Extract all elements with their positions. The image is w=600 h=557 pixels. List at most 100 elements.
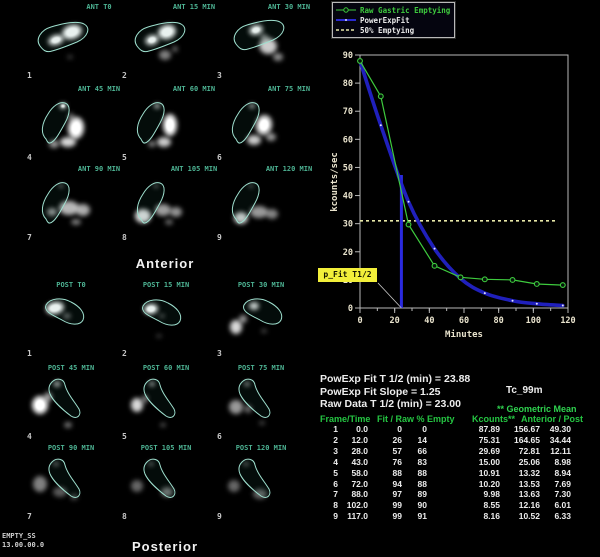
table-cell-r1-c3: 0 xyxy=(375,424,402,434)
legend-row-fifty: 50% Emptying xyxy=(335,25,450,35)
table-cell-r8-c5: 8.55 xyxy=(440,500,500,510)
table-cell-r8-c4: 90 xyxy=(400,500,427,510)
frame-number: 6 xyxy=(217,432,222,441)
scintigraphy-image xyxy=(119,13,213,73)
legend-row-raw: Raw Gastric Emptying xyxy=(335,5,450,15)
table-cell-r9-c2: 117.0 xyxy=(330,511,368,521)
anterior-frame-6: ANT 75 MIN6 xyxy=(214,84,308,164)
table-cell-r2-c4: 14 xyxy=(400,435,427,445)
svg-text:50: 50 xyxy=(343,163,353,173)
table-cell-r5-c2: 58.0 xyxy=(330,468,368,478)
anterior-frame-4: ANT 45 MIN4 xyxy=(24,84,118,164)
frame-number: 2 xyxy=(122,349,127,358)
table-cell-r4-c4: 83 xyxy=(400,457,427,467)
table-cell-r7-c5: 9.98 xyxy=(440,489,500,499)
col-header-ant-post: Anterior / Post xyxy=(521,414,583,424)
frame-number: 9 xyxy=(217,233,222,242)
scintigraphy-image xyxy=(214,13,308,73)
scintigraphy-image xyxy=(24,374,118,434)
table-cell-r4-c7: 8.98 xyxy=(530,457,571,467)
table-cell-r5-c3: 88 xyxy=(375,468,402,478)
stomach-roi-contour xyxy=(46,299,84,324)
frame-number: 3 xyxy=(217,71,222,80)
scintigraphy-image xyxy=(119,454,213,514)
scintigraphy-image xyxy=(214,454,308,514)
study-time: 13.00.00.0 xyxy=(2,541,44,550)
scintigraphy-image xyxy=(119,291,213,351)
table-cell-r1-c2: 0.0 xyxy=(330,424,368,434)
study-name: EMPTY_SS xyxy=(2,532,44,541)
scintigraphy-image xyxy=(24,13,118,73)
table-cell-r7-c4: 89 xyxy=(400,489,427,499)
col-header-kcounts: Kcounts** xyxy=(472,414,515,424)
scintigraphy-image xyxy=(24,291,118,351)
table-cell-r3-c5: 29.69 xyxy=(440,446,500,456)
svg-text:80: 80 xyxy=(494,316,504,326)
chart-legend: Raw Gastric Emptying PowerExpFit 50% Emp… xyxy=(332,2,455,38)
svg-text:100: 100 xyxy=(526,316,541,326)
t-half-annotation: p_Fit T1/2 xyxy=(318,268,377,282)
table-cell-r6-c7: 7.69 xyxy=(530,479,571,489)
table-cell-r6-c3: 94 xyxy=(375,479,402,489)
posterior-frame-5: POST 60 MIN5 xyxy=(119,363,213,443)
stomach-roi-contour xyxy=(38,22,88,51)
frame-label: ANT 90 MIN xyxy=(78,165,120,173)
posterior-frame-3: POST 30 MIN3 xyxy=(214,280,308,360)
frame-number: 6 xyxy=(217,153,222,162)
table-cell-r7-c2: 88.0 xyxy=(330,489,368,499)
svg-text:80: 80 xyxy=(343,79,353,89)
fit-series-marker-icon xyxy=(335,16,357,24)
col-header-frame-time: Frame/Time xyxy=(320,414,370,424)
anterior-frame-5: ANT 60 MIN5 xyxy=(119,84,213,164)
anterior-frame-1: ANT T01 xyxy=(24,2,118,82)
stomach-roi-contour xyxy=(42,103,69,143)
posterior-frame-7: POST 90 MIN7 xyxy=(24,443,118,523)
fifty-percent-marker-icon xyxy=(335,26,357,34)
table-cell-r4-c2: 43.0 xyxy=(330,457,368,467)
table-cell-r9-c5: 8.16 xyxy=(440,511,500,521)
table-cell-r2-c5: 75.31 xyxy=(440,435,500,445)
table-cell-r6-c4: 88 xyxy=(400,479,427,489)
table-cell-r9-c3: 99 xyxy=(375,511,402,521)
stomach-roi-contour xyxy=(137,183,164,223)
gastric-emptying-result-screen: ANT T01ANT 15 MIN2ANT 30 MIN3ANT 45 MIN4… xyxy=(0,0,600,557)
anterior-frame-8: ANT 105 MIN8 xyxy=(119,164,213,244)
frame-label: POST 90 MIN xyxy=(48,444,94,452)
table-cell-r5-c5: 10.91 xyxy=(440,468,500,478)
scintigraphy-image xyxy=(214,291,308,351)
table-cell-r4-c3: 76 xyxy=(375,457,402,467)
table-cell-r1-c7: 49.30 xyxy=(530,424,571,434)
frame-number: 4 xyxy=(27,432,32,441)
scintigraphy-image xyxy=(214,374,308,434)
stomach-roi-contour xyxy=(49,379,80,417)
x-axis-label: Minutes xyxy=(445,329,483,340)
legend-label-fifty: 50% Emptying xyxy=(360,26,414,35)
frame-number: 9 xyxy=(217,512,222,521)
scintigraphy-image xyxy=(119,374,213,434)
posterior-frame-1: POST T01 xyxy=(24,280,118,360)
svg-text:70: 70 xyxy=(343,107,353,117)
table-cell-r9-c7: 6.33 xyxy=(530,511,571,521)
table-cell-r2-c2: 12.0 xyxy=(330,435,368,445)
stomach-roi-contour xyxy=(42,183,69,223)
rawdata-thalf-line: Raw Data T 1/2 (min) = 23.00 xyxy=(320,398,461,410)
scintigraphy-image xyxy=(119,95,213,155)
scintigraphy-image xyxy=(119,175,213,235)
svg-text:60: 60 xyxy=(459,316,469,326)
frame-label: POST 45 MIN xyxy=(48,364,94,372)
posterior-frame-9: POST 120 MIN9 xyxy=(214,443,308,523)
gastric-emptying-chart: 0102030405060708090020406080100120 Minut… xyxy=(300,0,600,345)
frame-number: 4 xyxy=(27,153,32,162)
posterior-frame-8: POST 105 MIN8 xyxy=(119,443,213,523)
table-cell-r1-c5: 87.89 xyxy=(440,424,500,434)
frame-label: POST 60 MIN xyxy=(143,364,189,372)
legend-label-raw: Raw Gastric Emptying xyxy=(360,6,450,15)
frame-label: POST 15 MIN xyxy=(143,281,189,289)
stomach-roi-contour xyxy=(239,379,270,417)
frame-number: 2 xyxy=(122,71,127,80)
frame-label: ANT 15 MIN xyxy=(173,3,215,11)
anterior-frame-7: ANT 90 MIN7 xyxy=(24,164,118,244)
table-cell-r3-c4: 66 xyxy=(400,446,427,456)
frame-label: POST 30 MIN xyxy=(238,281,284,289)
table-cell-r7-c3: 97 xyxy=(375,489,402,499)
